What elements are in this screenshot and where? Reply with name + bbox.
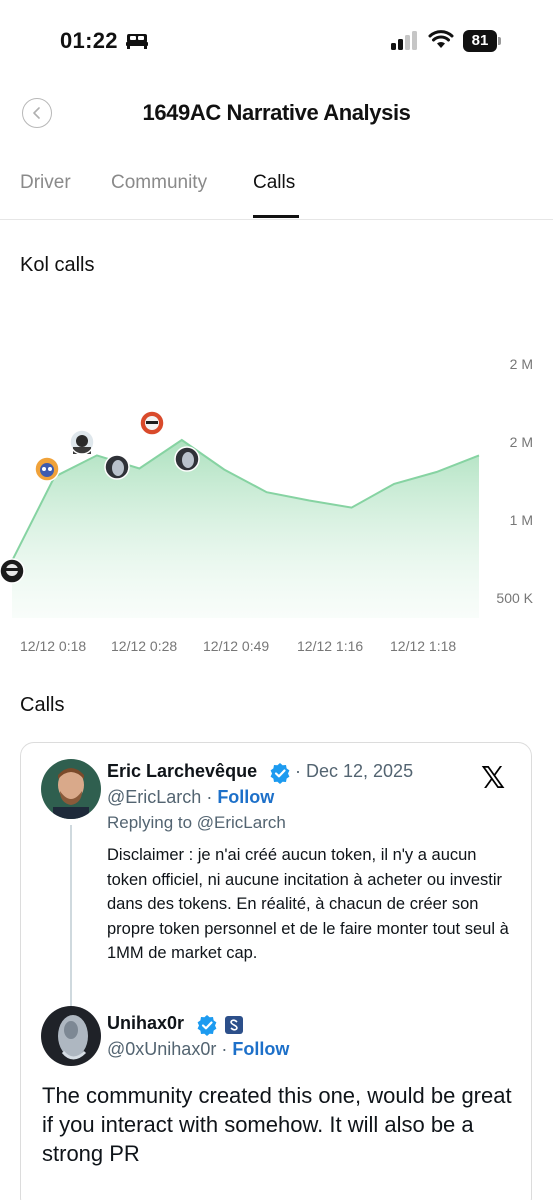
reply-author-handle-row: @0xUnihax0r · Follow <box>107 1039 290 1059</box>
tweet-date-text: Dec 12, 2025 <box>306 761 414 781</box>
active-tab-indicator <box>253 215 299 218</box>
kol-avatar-marker[interactable] <box>139 410 165 436</box>
calls-title: Calls <box>20 694 65 716</box>
kol-calls-chart: 2 M 2 M 1 M 500 K 12/12 0:18 12/12 0:28 … <box>0 300 553 670</box>
tweet-parent-text: Disclaimer : je n'ai créé aucun token, i… <box>107 846 509 962</box>
x-tick-label: 12/12 1:16 <box>297 638 364 654</box>
cellular-signal-icon <box>390 31 420 56</box>
reply-author-name[interactable]: Unihax0r <box>107 1013 184 1034</box>
reply-author-handle[interactable]: @0xUnihax0r <box>107 1039 216 1059</box>
battery-indicator: 81 <box>463 30 497 52</box>
author-avatar[interactable] <box>41 759 101 819</box>
verified-badge-icon <box>270 763 290 784</box>
x-tick-label: 12/12 0:18 <box>20 638 87 654</box>
y-tick-label: 1 M <box>509 512 533 528</box>
x-tick-label: 12/12 0:49 <box>203 638 270 654</box>
kol-avatar-marker[interactable] <box>34 456 60 482</box>
y-tick-label: 2 M <box>509 434 533 450</box>
kol-calls-chart-svg <box>0 410 480 618</box>
tweet-date: · Dec 12, 2025 <box>295 761 414 781</box>
x-tick-label: 12/12 0:28 <box>111 638 178 654</box>
author-handle[interactable]: @EricLarch <box>107 787 201 807</box>
chart-area <box>12 440 479 618</box>
replying-to[interactable]: Replying to @EricLarch <box>107 813 286 833</box>
tab-calls[interactable]: Calls <box>253 172 295 194</box>
verified-badge-icon <box>197 1015 217 1036</box>
x-logo-icon[interactable]: 𝕏 <box>481 761 505 796</box>
page-title: 1649AC Narrative Analysis <box>142 100 411 125</box>
kol-avatar-marker[interactable] <box>69 429 95 455</box>
tweet-reply-text: The community created this one, would be… <box>42 1083 512 1166</box>
sleep-focus-icon <box>126 33 148 54</box>
follow-reply-author-button[interactable]: Follow <box>232 1039 289 1059</box>
kol-avatar-marker[interactable] <box>0 558 25 584</box>
kol-calls-title: Kol calls <box>20 254 95 276</box>
kol-avatar-marker[interactable] <box>104 454 130 480</box>
wifi-icon <box>428 30 454 55</box>
tab-driver[interactable]: Driver <box>20 172 71 194</box>
x-tick-label: 12/12 1:18 <box>390 638 457 654</box>
author-handle-row: @EricLarch · Follow <box>107 787 275 807</box>
tab-bar: Driver Community Calls <box>0 168 553 220</box>
affiliate-badge-icon <box>225 1016 243 1034</box>
tweet-card[interactable]: Eric Larchevêque · Dec 12, 2025 𝕏 @EricL… <box>20 742 532 1200</box>
reply-author-avatar[interactable] <box>41 1006 101 1066</box>
kol-avatar-marker[interactable] <box>174 446 200 472</box>
battery-tip <box>498 37 501 45</box>
author-name[interactable]: Eric Larchevêque <box>107 761 257 782</box>
follow-author-button[interactable]: Follow <box>217 787 274 807</box>
status-time: 01:22 <box>60 28 118 53</box>
y-tick-label: 500 K <box>496 590 533 606</box>
status-bar: 01:22 81 <box>0 0 553 84</box>
y-tick-label: 2 M <box>509 356 533 372</box>
tab-community[interactable]: Community <box>111 172 207 194</box>
